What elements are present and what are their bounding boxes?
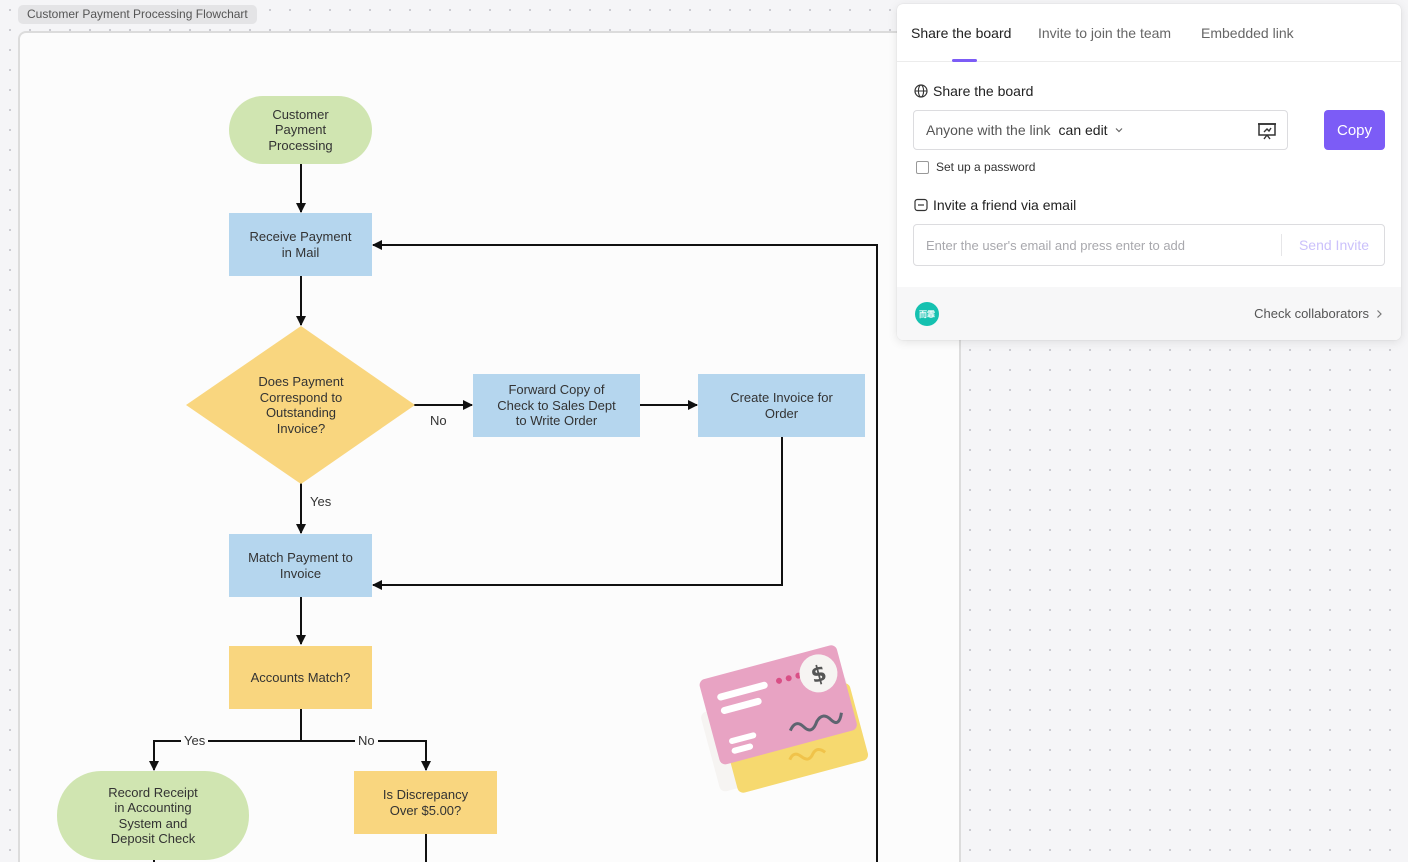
share-tabs: Share the board Invite to join the team … [897,4,1401,62]
tab-invite-team[interactable]: Invite to join the team [1038,25,1171,41]
permission-dropdown[interactable]: can edit [1059,122,1108,138]
invite-section-label: Invite a friend via email [933,197,1077,213]
check-collaborators-label: Check collaborators [1254,306,1369,321]
discrepancy-label: Is Discrepancy Over $5.00? [382,787,469,818]
edge-label-no-forward: No [427,413,450,428]
share-section-label: Share the board [933,83,1034,99]
password-label: Set up a password [936,160,1036,174]
chevron-down-icon [1115,128,1123,133]
invite-section-title: Invite a friend via email [914,197,1076,213]
record-receipt-label: Record Receipt in Accounting System and … [108,784,198,847]
edge-accounts-record [149,709,302,771]
check-collaborators-link[interactable]: Check collaborators [1254,306,1383,321]
email-input[interactable] [914,225,1281,265]
email-field: Send Invite [913,224,1385,266]
edge-label-yes-record: Yes [181,733,209,748]
share-link-field[interactable]: Anyone with the link can edit [913,110,1288,150]
start-node[interactable]: Customer Payment Processing [229,96,372,164]
forward-copy-label: Forward Copy of Check to Sales Dept to W… [497,382,616,429]
avatar[interactable]: 而霏 [915,302,939,326]
start-node-label: Customer Payment Processing [268,106,333,153]
board-canvas[interactable]: $ Customer Payment Processing Receive Pa… [18,31,961,862]
board-title[interactable]: Customer Payment Processing Flowchart [18,5,257,24]
globe-icon [914,84,928,98]
link-access-text: Anyone with the link [926,122,1051,138]
copy-link-button[interactable]: Copy [1324,110,1385,150]
edge-label-yes-match: Yes [307,494,335,509]
payment-card-illustration: $ [699,645,869,793]
active-tab-indicator [952,59,977,62]
share-panel: Share the board Invite to join the team … [897,4,1401,340]
password-option[interactable]: Set up a password [916,160,1035,174]
presentation-icon[interactable] [1257,121,1277,141]
send-invite-button[interactable]: Send Invite [1282,225,1386,265]
forward-copy-node[interactable]: Forward Copy of Check to Sales Dept to W… [473,374,640,437]
discrepancy-node[interactable]: Is Discrepancy Over $5.00? [354,771,497,834]
invoice-decision-label: Does Payment Correspond to Outstanding I… [258,374,344,436]
receive-payment-label: Receive Payment in Mail [249,229,352,260]
edge-create-match [372,436,783,590]
chevron-right-icon [1377,309,1382,318]
share-section-title: Share the board [914,83,1033,99]
tab-share-board[interactable]: Share the board [911,25,1011,41]
accounts-match-label: Accounts Match? [250,669,351,685]
collaborators-footer: 而霏 Check collaborators [897,287,1401,340]
match-payment-node[interactable]: Match Payment to Invoice [229,534,372,597]
create-invoice-node[interactable]: Create Invoice for Order [698,374,865,437]
tab-embedded-link[interactable]: Embedded link [1201,25,1294,41]
create-invoice-label: Create Invoice for Order [730,390,833,421]
record-receipt-node[interactable]: Record Receipt in Accounting System and … [57,771,249,860]
email-icon [914,198,928,212]
edge-label-no-discrepancy: No [355,733,378,748]
match-payment-label: Match Payment to Invoice [248,550,353,581]
receive-payment-node[interactable]: Receive Payment in Mail [229,213,372,276]
accounts-match-node[interactable]: Accounts Match? [229,646,372,709]
password-checkbox[interactable] [916,160,929,174]
invoice-decision-node[interactable]: Does Payment Correspond to Outstanding I… [226,346,376,464]
flowchart-connectors: $ [149,164,878,862]
